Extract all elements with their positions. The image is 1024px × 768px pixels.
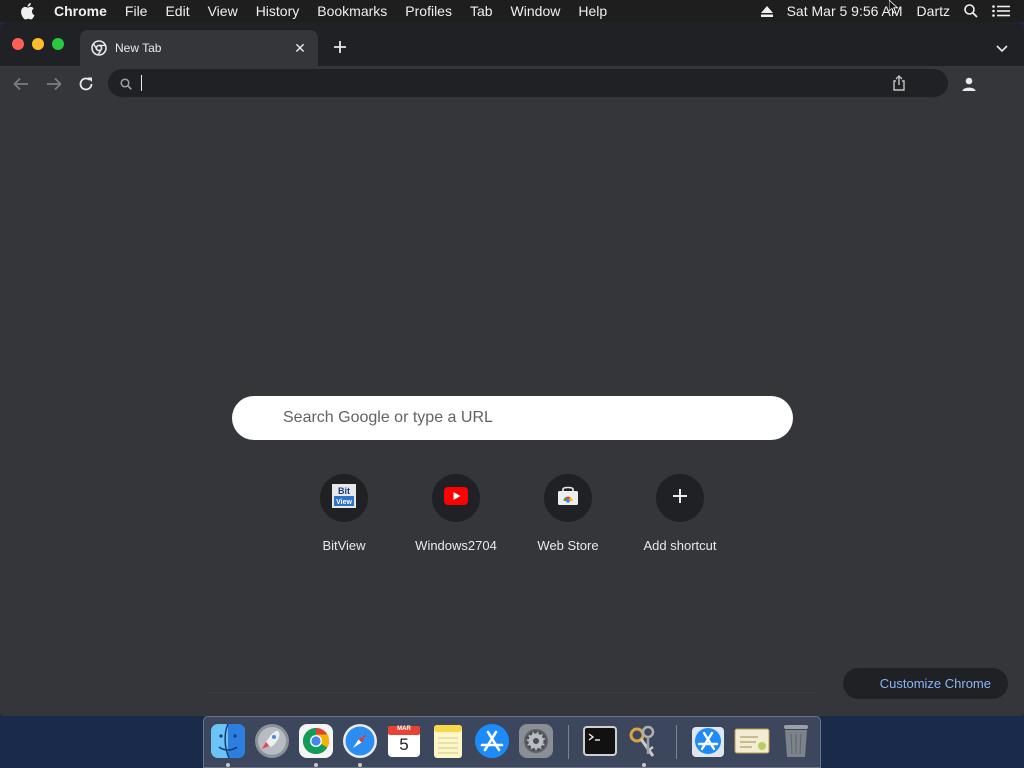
tab-close-icon[interactable]: ✕ [292,40,308,56]
menu-history[interactable]: History [256,3,300,19]
tab-title: New Tab [115,41,162,55]
menu-file[interactable]: File [125,3,148,19]
shortcut-tile [656,474,704,522]
shortcut-label: BitView [322,538,366,553]
running-indicator [314,763,318,767]
footer-divider [210,692,814,693]
svg-text:View: View [336,499,352,506]
launchpad-icon[interactable] [253,722,291,760]
new-tab-page: Search Google or type a URL Bit View BitV… [0,102,1024,716]
mouse-cursor-icon [888,0,899,17]
zoom-window-button[interactable] [52,38,64,50]
calendar-month: MAR [397,726,411,732]
customize-chrome-button[interactable]: Customize Chrome [843,668,1008,699]
menu-app-name[interactable]: Chrome [54,3,107,19]
finder-icon[interactable] [209,722,247,760]
running-indicator [358,763,362,767]
dock-separator [676,725,677,759]
svg-text:Bit: Bit [338,486,350,496]
youtube-icon [444,486,468,510]
dock-separator [568,725,569,759]
shortcut-web-store[interactable]: Web Store [512,474,624,560]
browser-toolbar [0,66,1024,102]
menu-tab[interactable]: Tab [470,3,493,19]
web-store-icon [557,486,579,511]
keychain-access-icon[interactable] [625,722,663,760]
trash-icon[interactable] [777,722,815,760]
menu-view[interactable]: View [208,3,238,19]
running-indicator [642,763,646,767]
chrome-dock-icon[interactable] [297,722,335,760]
macos-menubar: Chrome File Edit View History Bookmarks … [0,0,1024,22]
spotlight-icon[interactable] [964,4,978,18]
forward-button[interactable] [42,72,66,96]
menu-help[interactable]: Help [578,3,607,19]
notes-icon[interactable] [429,722,467,760]
shortcut-label: Web Store [537,538,599,553]
terminal-icon[interactable] [581,722,619,760]
shortcut-tile [544,474,592,522]
menubar-clock[interactable]: Sat Mar 5 9:56 AM [787,3,903,19]
share-icon[interactable] [892,75,906,91]
running-indicator [226,763,230,767]
menu-bookmarks[interactable]: Bookmarks [317,3,387,19]
app-store-icon[interactable] [473,722,511,760]
text-caret [141,75,142,91]
tab-search-chevron-icon[interactable] [996,40,1010,53]
shortcut-label: Windows2704 [415,538,497,553]
minimize-window-button[interactable] [32,38,44,50]
address-bar[interactable] [108,69,948,97]
menu-profiles[interactable]: Profiles [405,3,452,19]
calendar-day: 5 [399,735,409,754]
search-icon [120,77,132,90]
plus-icon [672,488,688,509]
certificate-icon[interactable] [733,722,771,760]
shortcut-bitview[interactable]: Bit View BitView [288,474,400,560]
apple-logo-icon[interactable] [19,2,41,20]
shortcut-tile: Bit View [320,474,368,522]
menu-window[interactable]: Window [511,3,561,19]
tab-new-tab[interactable]: New Tab ✕ [80,30,318,66]
bitview-icon: Bit View [332,483,356,513]
search-placeholder: Search Google or type a URL [283,409,493,426]
shortcut-tile [432,474,480,522]
profile-avatar-icon[interactable] [958,73,980,95]
app-store-downloads-icon[interactable] [689,722,727,760]
google-search-box[interactable]: Search Google or type a URL [232,396,793,440]
macos-dock: MAR 5 [203,716,821,768]
shortcut-windows2704[interactable]: Windows2704 [400,474,512,560]
menu-edit[interactable]: Edit [165,3,189,19]
reload-button[interactable] [74,72,98,96]
back-button[interactable] [9,72,33,96]
notification-center-icon[interactable] [992,5,1010,17]
shortcut-add[interactable]: Add shortcut [624,474,736,560]
safari-icon[interactable] [341,722,379,760]
menubar-user[interactable]: Dartz [917,3,950,19]
tab-strip: New Tab ✕ [0,22,1024,66]
chrome-window: New Tab ✕ Search Google or type a URL Bi… [0,22,1024,716]
system-preferences-icon[interactable] [517,722,555,760]
eject-icon[interactable] [760,5,773,17]
shortcut-label: Add shortcut [643,538,717,553]
new-tab-button[interactable] [330,37,350,57]
close-window-button[interactable] [12,38,24,50]
chrome-favicon-icon [91,40,107,56]
calendar-icon[interactable]: MAR 5 [385,722,423,760]
